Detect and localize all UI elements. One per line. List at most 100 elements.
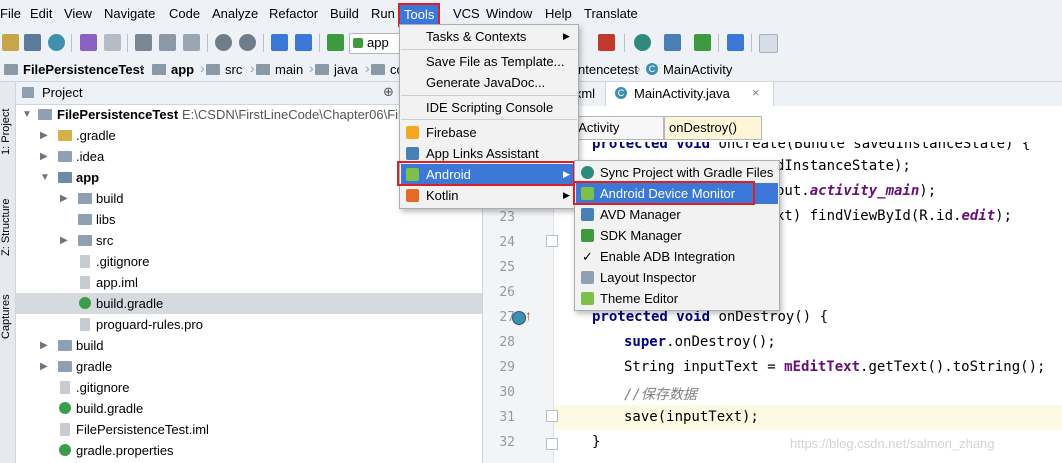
line-number: 31: [499, 410, 515, 425]
stop-icon[interactable]: [598, 34, 615, 51]
menu-code[interactable]: Code: [169, 6, 200, 21]
breadcrumb-item[interactable]: ntencetest: [578, 62, 638, 77]
sync-icon[interactable]: [48, 34, 65, 51]
sdk-manager-icon: [581, 229, 594, 242]
tree-row[interactable]: gradle.properties: [16, 440, 482, 461]
chevron-right-icon: ›: [200, 60, 205, 76]
open-folder-icon[interactable]: [2, 34, 19, 51]
menu-vcs[interactable]: VCS: [453, 6, 480, 21]
menu-translate[interactable]: Translate: [584, 6, 638, 21]
translate-icon[interactable]: [759, 34, 778, 53]
tree-row[interactable]: ▶ build: [16, 335, 482, 356]
layout-inspector-icon: [581, 271, 594, 284]
tree-row[interactable]: ▶ src: [16, 230, 482, 251]
line-number: 30: [499, 385, 515, 400]
menu-item-sdk-manager[interactable]: SDK Manager: [576, 225, 778, 246]
breadcrumb-item[interactable]: app: [152, 62, 194, 77]
line-number: 29: [499, 360, 515, 375]
back-icon[interactable]: [271, 34, 288, 51]
cut-icon[interactable]: [135, 34, 152, 51]
chevron-right-icon[interactable]: ▶: [40, 335, 48, 356]
run-config-select[interactable]: app: [349, 33, 403, 54]
menu-view[interactable]: View: [64, 6, 92, 21]
paste-icon[interactable]: [183, 34, 200, 51]
arrow-up-icon[interactable]: ↑: [525, 307, 532, 323]
forward-icon[interactable]: [295, 34, 312, 51]
fold-icon[interactable]: [546, 410, 558, 422]
nav-chip-class[interactable]: nActivity: [566, 116, 664, 140]
tree-row[interactable]: .gitignore: [16, 251, 482, 272]
breadcrumb-item[interactable]: C MainActivity: [646, 62, 732, 77]
find-icon[interactable]: [215, 34, 232, 51]
nav-chip-method[interactable]: onDestroy(): [664, 116, 762, 140]
menu-item-generate-javadoc[interactable]: Generate JavaDoc...: [401, 72, 577, 93]
breadcrumb-item[interactable]: FilePersistenceTest: [4, 62, 144, 77]
tree-row[interactable]: app.iml: [16, 272, 482, 293]
menu-edit[interactable]: Edit: [30, 6, 52, 21]
tree-row[interactable]: proguard-rules.pro: [16, 314, 482, 335]
tree-row[interactable]: build.gradle: [16, 398, 482, 419]
breadcrumb-item[interactable]: main: [256, 62, 303, 77]
menu-file[interactable]: File: [0, 6, 21, 21]
tree-label: FilePersistenceTest.iml: [76, 422, 209, 437]
replace-icon[interactable]: [239, 34, 256, 51]
chevron-down-icon[interactable]: ▼: [22, 104, 32, 125]
fold-icon[interactable]: [546, 235, 558, 247]
tree-row[interactable]: .gitignore: [16, 377, 482, 398]
chevron-right-icon[interactable]: ▶: [60, 188, 68, 209]
tree-label: libs: [96, 212, 116, 227]
help-icon[interactable]: [727, 34, 744, 51]
code-line-28: super.onDestroy();: [624, 334, 776, 350]
menu-window[interactable]: Window: [486, 6, 532, 21]
folder-icon: [78, 235, 92, 246]
chevron-down-icon[interactable]: ▼: [40, 167, 50, 188]
tree-row-selected[interactable]: build.gradle: [16, 293, 482, 314]
undo-icon[interactable]: [80, 34, 97, 51]
chevron-right-icon[interactable]: ▶: [40, 146, 48, 167]
menu-item-kotlin[interactable]: Kotlin ▶: [401, 185, 577, 206]
menu-item-enable-adb[interactable]: ✓ Enable ADB Integration: [576, 246, 778, 267]
override-method-icon[interactable]: [512, 311, 526, 325]
menu-analyze[interactable]: Analyze: [212, 6, 258, 21]
redo-icon[interactable]: [104, 34, 121, 51]
menu-build[interactable]: Build: [330, 6, 359, 21]
class-icon: C: [615, 87, 627, 99]
toolbar-divider: [207, 34, 208, 52]
menu-item-avd-manager[interactable]: AVD Manager: [576, 204, 778, 225]
tab-captures[interactable]: Captures: [0, 282, 15, 352]
chevron-right-icon[interactable]: ▶: [40, 125, 48, 146]
breadcrumb-item[interactable]: java: [315, 62, 358, 77]
chevron-right-icon[interactable]: ▶: [40, 356, 48, 377]
close-icon[interactable]: ×: [752, 85, 760, 100]
menu-item-firebase[interactable]: Firebase: [401, 122, 577, 143]
settings-icon[interactable]: ⊕: [383, 84, 394, 100]
tree-row[interactable]: libs: [16, 209, 482, 230]
copy-icon[interactable]: [159, 34, 176, 51]
menu-item-save-template[interactable]: Save File as Template...: [401, 51, 577, 72]
annotation-box-android: [397, 161, 575, 186]
tree-row[interactable]: FilePersistenceTest.iml: [16, 419, 482, 440]
sync-gradle-icon[interactable]: [634, 34, 651, 51]
project-panel-title[interactable]: Project: [42, 85, 82, 100]
tab-structure[interactable]: Z: Structure: [0, 182, 15, 272]
fold-icon[interactable]: [546, 438, 558, 450]
make-project-icon[interactable]: [327, 34, 344, 51]
menu-item-theme-editor[interactable]: Theme Editor: [576, 288, 778, 309]
breadcrumb-item[interactable]: src: [206, 62, 242, 77]
menu-item-ide-scripting-console[interactable]: IDE Scripting Console: [401, 97, 577, 118]
menu-item-layout-inspector[interactable]: Layout Inspector: [576, 267, 778, 288]
avd-manager-icon[interactable]: [664, 34, 681, 51]
menu-navigate[interactable]: Navigate: [104, 6, 155, 21]
sdk-manager-icon[interactable]: [694, 34, 711, 51]
menu-help[interactable]: Help: [545, 6, 572, 21]
tab-main-activity[interactable]: C MainActivity.java ×: [605, 82, 774, 106]
menu-divider: [401, 95, 577, 96]
tree-row[interactable]: ▶ gradle: [16, 356, 482, 377]
tab-project[interactable]: 1: Project: [0, 92, 15, 172]
menu-item-sync-gradle[interactable]: Sync Project with Gradle Files: [576, 162, 778, 183]
save-icon[interactable]: [24, 34, 41, 51]
menu-item-tasks-contexts[interactable]: Tasks & Contexts ▶: [401, 26, 577, 47]
menu-run[interactable]: Run: [371, 6, 395, 21]
menu-refactor[interactable]: Refactor: [269, 6, 318, 21]
chevron-right-icon[interactable]: ▶: [60, 230, 68, 251]
